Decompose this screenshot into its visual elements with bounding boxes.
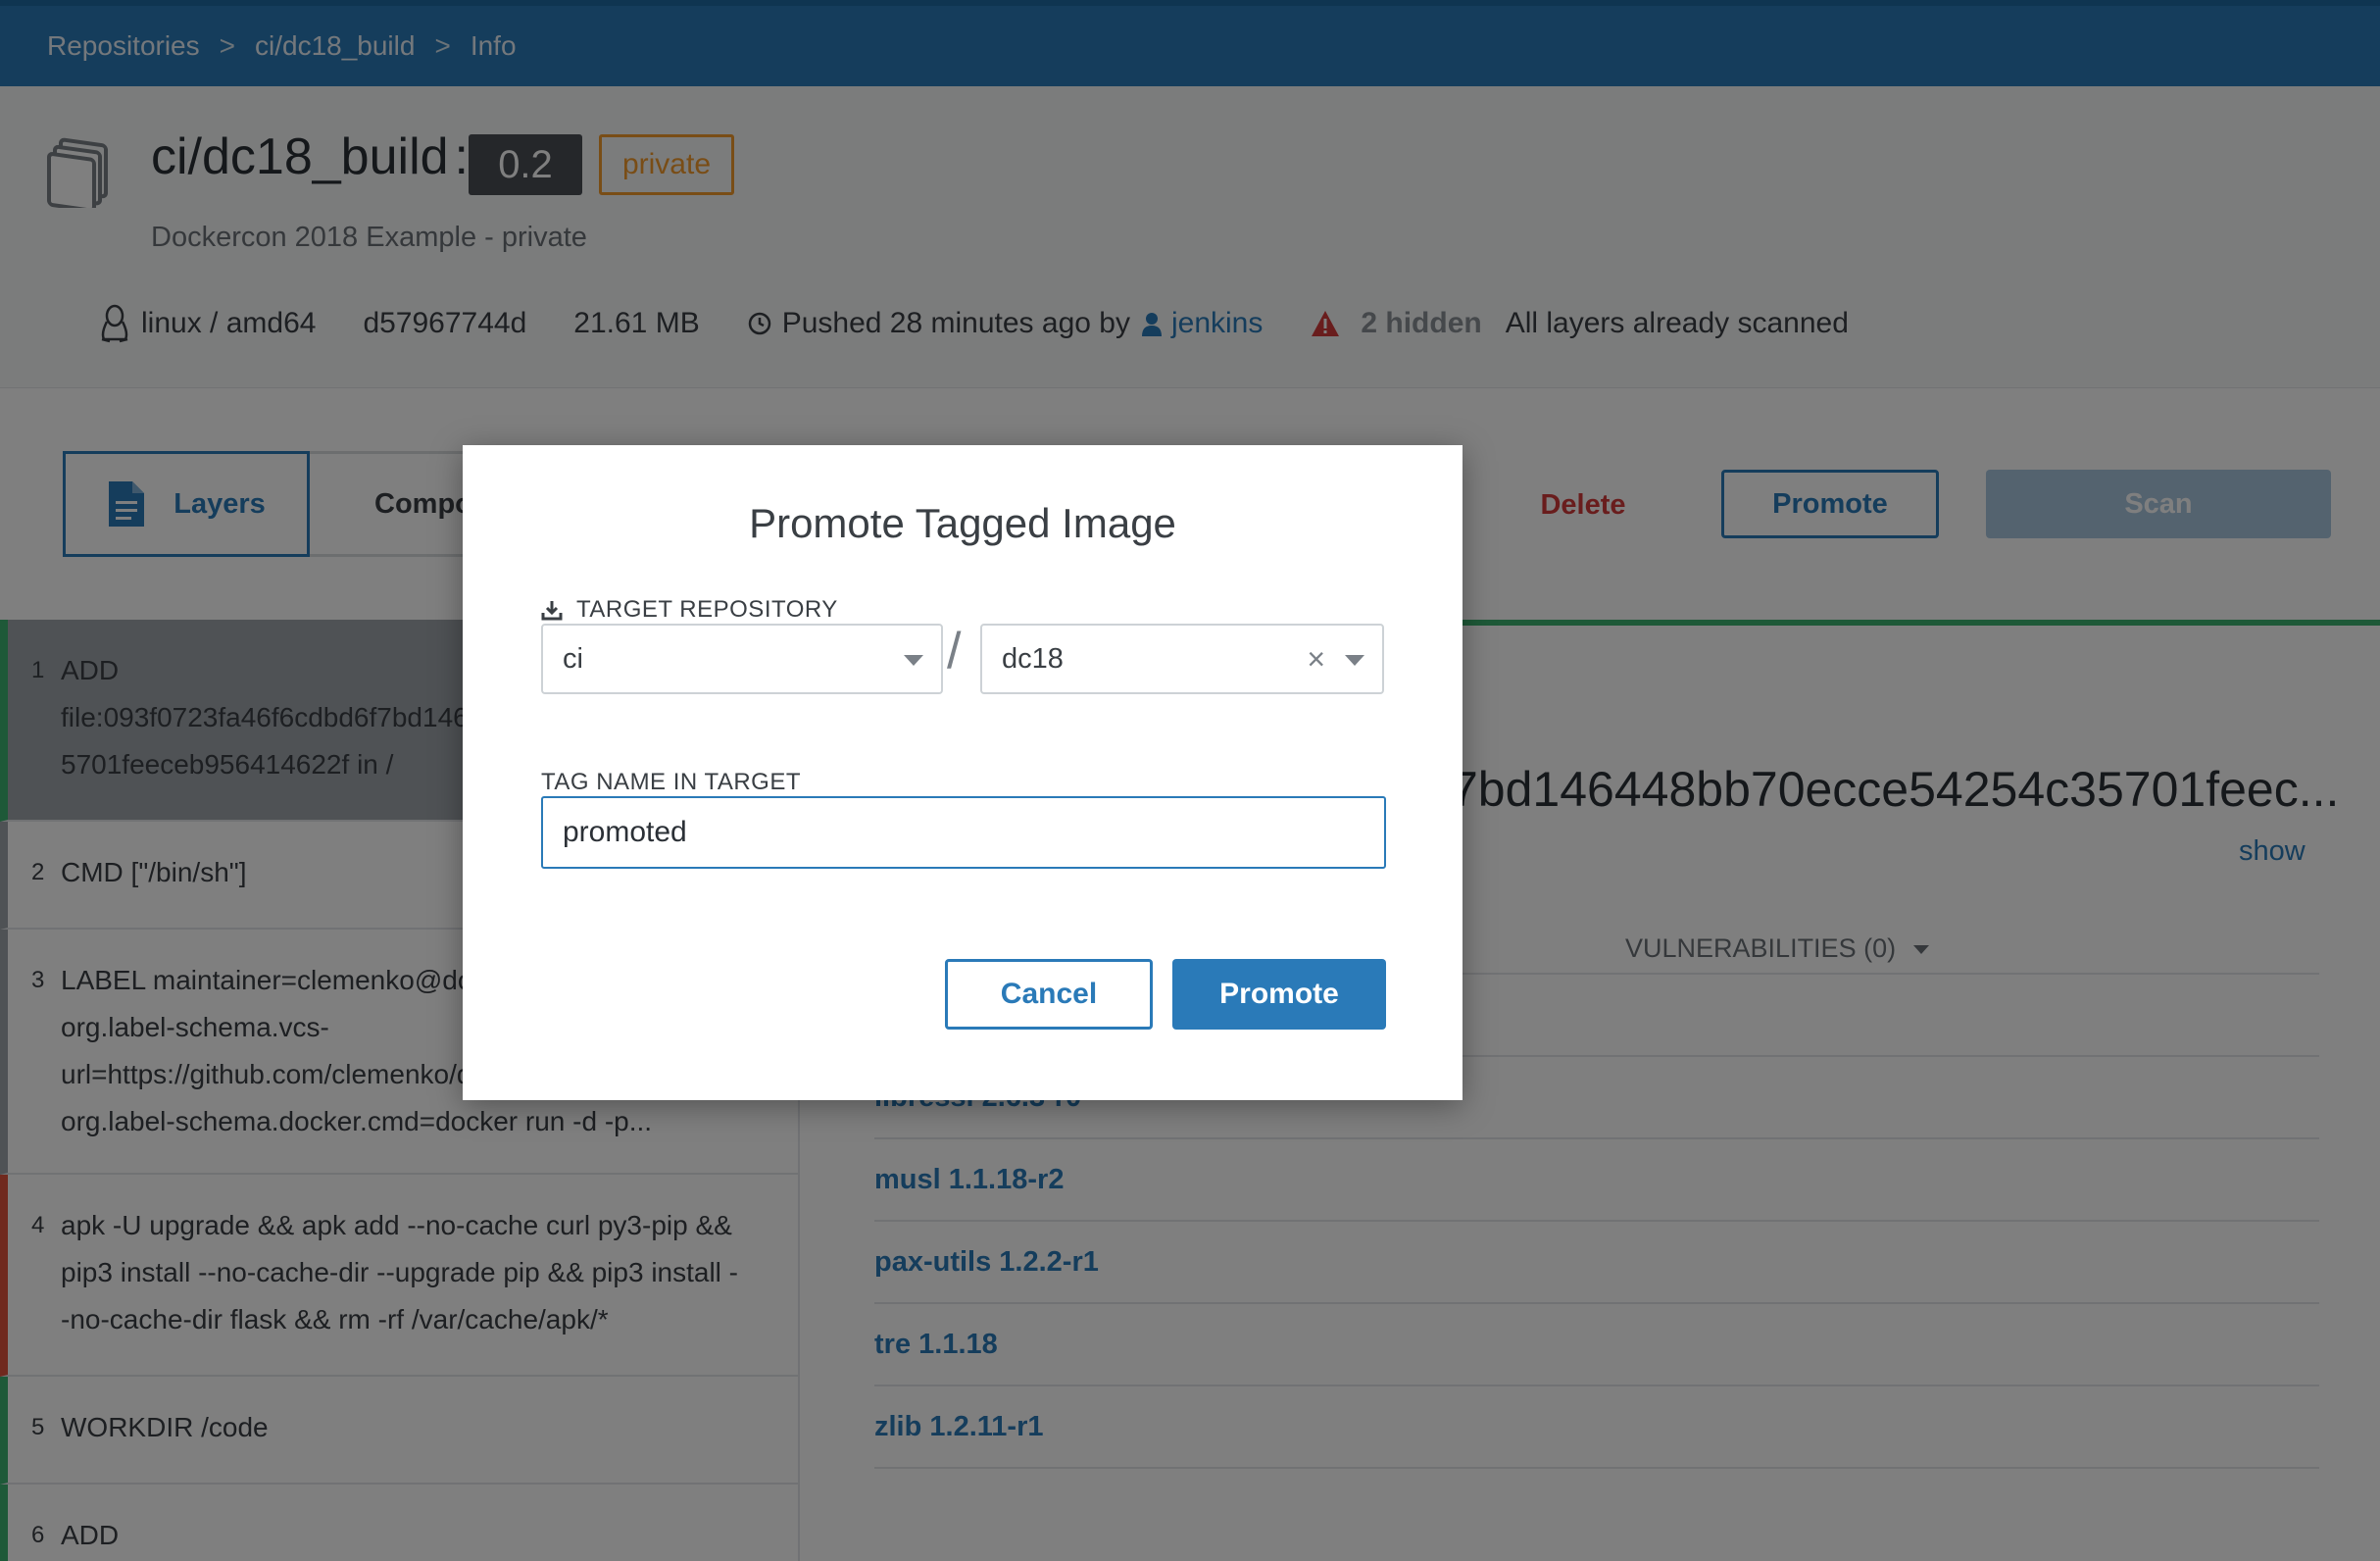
modal-title: Promote Tagged Image bbox=[749, 500, 1176, 546]
promote-modal: Promote Tagged Image TARGET REPOSITORY c… bbox=[463, 445, 1463, 1100]
download-icon bbox=[541, 601, 563, 621]
chevron-down-icon[interactable] bbox=[904, 655, 923, 666]
tag-name-input[interactable] bbox=[541, 796, 1386, 869]
tag-name-label: TAG NAME IN TARGET bbox=[541, 769, 802, 795]
repository-select[interactable]: dc18 × bbox=[980, 624, 1384, 694]
cancel-button[interactable]: Cancel bbox=[945, 959, 1153, 1030]
target-repository-label: TARGET REPOSITORY bbox=[541, 596, 838, 624]
chevron-down-icon[interactable] bbox=[1345, 655, 1364, 666]
namespace-select[interactable]: ci bbox=[541, 624, 943, 694]
confirm-promote-button[interactable]: Promote bbox=[1172, 959, 1386, 1030]
namespace-value: ci bbox=[563, 642, 583, 675]
clear-icon[interactable]: × bbox=[1307, 641, 1325, 678]
repo-separator: / bbox=[947, 623, 962, 680]
repository-value: dc18 bbox=[1002, 642, 1064, 675]
target-repository-label-text: TARGET REPOSITORY bbox=[576, 596, 838, 623]
